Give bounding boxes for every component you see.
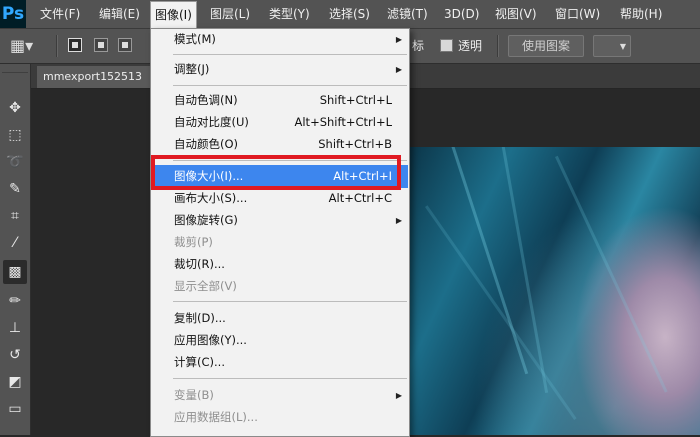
menu-view[interactable]: 视图(V)	[491, 0, 541, 28]
menu-filter[interactable]: 滤镜(T)	[383, 0, 432, 28]
submenu-arrow-icon: ▶	[395, 35, 402, 44]
canvas-image[interactable]	[405, 147, 700, 435]
menu-item-label: 调整(J)	[174, 62, 210, 76]
menu-item-label: 计算(C)...	[174, 355, 225, 369]
history-brush-icon[interactable]: ↺	[3, 343, 27, 367]
transparent-label: 透明	[458, 39, 483, 53]
brush-icon[interactable]: ✏	[3, 289, 27, 313]
submenu-arrow-icon: ▶	[395, 391, 402, 400]
hair-detail	[425, 205, 577, 420]
menu-item-label: 自动对比度(U)	[174, 115, 249, 129]
clone-stamp-icon[interactable]: ⊥	[3, 316, 27, 340]
eraser-icon[interactable]: ◩	[3, 370, 27, 394]
menu-item-reveal-all: 显示全部(V)	[152, 276, 408, 297]
menu-item-label: 自动颜色(O)	[174, 137, 239, 151]
toolbox: ✥ ⬚ ➰ ✎ ⌗ ⁄ ▩ ✏ ⊥ ↺ ◩ ▭	[0, 64, 31, 435]
menu-item-label: 变量(B)	[174, 388, 214, 402]
gradient-icon[interactable]: ▭	[3, 397, 27, 421]
menu-item-label: 画布大小(S)...	[174, 191, 248, 205]
menu-edit[interactable]: 编辑(E)	[95, 0, 144, 28]
menu-item-label: 裁切(R)...	[174, 257, 225, 271]
menu-separator	[173, 54, 407, 55]
menu-item-label: 显示全部(V)	[174, 279, 237, 293]
options-label: 标	[412, 39, 425, 53]
menu-item-adjustments[interactable]: 调整(J) ▶	[152, 59, 408, 80]
menu-item-canvas-size[interactable]: 画布大小(S)... Alt+Ctrl+C	[152, 188, 408, 209]
menu-item-shortcut: Alt+Shift+Ctrl+L	[294, 115, 393, 129]
menu-item-apply-image[interactable]: 应用图像(Y)...	[152, 330, 408, 351]
menu-separator	[173, 85, 407, 86]
subtract-selection-icon[interactable]	[118, 38, 132, 52]
move-icon[interactable]: ✥	[3, 96, 27, 120]
hair-detail	[445, 147, 529, 375]
menu-item-auto-color[interactable]: 自动颜色(O) Shift+Ctrl+B	[152, 134, 408, 155]
menu-type[interactable]: 类型(Y)	[265, 0, 314, 28]
menu-item-label: 图像旋转(G)	[174, 213, 238, 227]
menu-item-label: 自动色调(N)	[174, 93, 238, 107]
menu-item-label: 模式(M)	[174, 32, 216, 46]
menu-separator	[173, 301, 407, 302]
menu-help[interactable]: 帮助(H)	[616, 0, 666, 28]
menu-item-label: 应用图像(Y)...	[174, 333, 247, 347]
menu-item-trim[interactable]: 裁切(R)...	[152, 254, 408, 275]
divider	[56, 35, 58, 57]
menu-file[interactable]: 文件(F)	[36, 0, 84, 28]
tool-preset-icon[interactable]: ▦▾	[10, 35, 40, 57]
menu-item-mode[interactable]: 模式(M) ▶	[152, 29, 408, 50]
pattern-stamp-icon[interactable]: ▩	[3, 260, 27, 284]
use-pattern-button[interactable]: 使用图案	[508, 35, 584, 57]
submenu-arrow-icon: ▶	[395, 216, 402, 225]
menu-bar: Ps 文件(F) 编辑(E) 图像(I) 图层(L) 类型(Y) 选择(S) 滤…	[0, 0, 700, 29]
transparent-checkbox[interactable]	[440, 39, 453, 52]
app-logo: Ps	[0, 0, 26, 28]
menu-select[interactable]: 选择(S)	[325, 0, 374, 28]
crop-icon[interactable]: ⌗	[3, 204, 27, 228]
menu-item-shortcut: Alt+Ctrl+C	[328, 191, 392, 205]
menu-item-variables: 变量(B) ▶	[152, 385, 408, 406]
quick-select-icon[interactable]: ✎	[3, 177, 27, 201]
menu-item-calculations[interactable]: 计算(C)...	[152, 352, 408, 373]
pattern-picker[interactable]: ▼	[593, 35, 631, 57]
rect-marquee-icon[interactable]: ⬚	[3, 123, 27, 147]
menu-item-shortcut: Shift+Ctrl+B	[318, 137, 392, 151]
eyedropper-icon[interactable]: ⁄	[3, 231, 27, 255]
menu-item-duplicate[interactable]: 复制(D)...	[152, 308, 408, 329]
menu-3d[interactable]: 3D(D)	[440, 0, 483, 28]
menu-window[interactable]: 窗口(W)	[551, 0, 604, 28]
menu-item-label: 应用数据组(L)...	[174, 410, 258, 424]
menu-image[interactable]: 图像(I)	[150, 1, 197, 29]
menu-layer[interactable]: 图层(L)	[206, 0, 254, 28]
menu-item-label: 复制(D)...	[174, 311, 226, 325]
menu-item-image-rotation[interactable]: 图像旋转(G) ▶	[152, 210, 408, 231]
menu-item-crop: 裁剪(P)	[152, 232, 408, 253]
lasso-icon[interactable]: ➰	[3, 150, 27, 174]
add-selection-icon[interactable]	[94, 38, 108, 52]
menu-item-shortcut: Shift+Ctrl+L	[319, 93, 392, 107]
hair-detail	[500, 147, 549, 394]
divider	[497, 35, 499, 57]
toolbox-grip[interactable]	[2, 64, 28, 73]
annotation-highlight-box	[151, 155, 401, 190]
new-selection-icon[interactable]	[68, 38, 82, 52]
menu-item-apply-data-set: 应用数据组(L)...	[152, 407, 408, 428]
menu-item-label: 裁剪(P)	[174, 235, 213, 249]
hair-detail	[555, 155, 668, 393]
image-menu-dropdown: 模式(M) ▶ 调整(J) ▶ 自动色调(N) Shift+Ctrl+L 自动对…	[150, 28, 410, 437]
menu-item-auto-contrast[interactable]: 自动对比度(U) Alt+Shift+Ctrl+L	[152, 112, 408, 133]
menu-separator	[173, 378, 407, 379]
document-tab[interactable]: mmexport152513	[37, 66, 163, 88]
submenu-arrow-icon: ▶	[395, 65, 402, 74]
chevron-down-icon: ▼	[619, 42, 626, 51]
menu-item-auto-tone[interactable]: 自动色调(N) Shift+Ctrl+L	[152, 90, 408, 111]
